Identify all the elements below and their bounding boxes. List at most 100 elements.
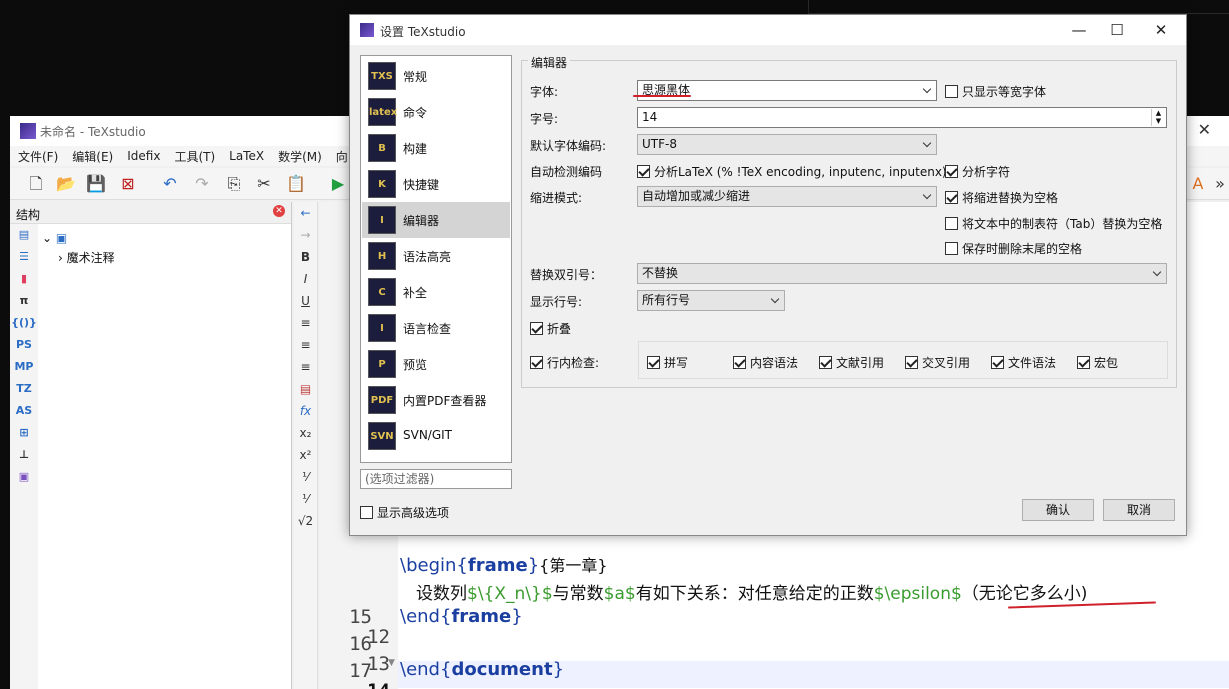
sidebar-tz[interactable]: TZ bbox=[10, 378, 38, 400]
close-icon[interactable]: ✕ bbox=[1146, 19, 1176, 41]
todo-list-icon[interactable]: ☰ bbox=[10, 246, 38, 268]
category-syntax[interactable]: H 语法高亮 bbox=[362, 238, 510, 274]
graphic-icon[interactable]: ▣ bbox=[10, 466, 38, 488]
menu-math[interactable]: 数学(M) bbox=[278, 148, 322, 165]
fold-arrow-icon[interactable]: ▼ bbox=[388, 658, 395, 668]
checkbox[interactable] bbox=[905, 356, 918, 369]
font-combo[interactable]: 思源黑体 bbox=[637, 80, 937, 101]
parse-latex-checkbox[interactable]: 分析LaTeX (% !TeX encoding, inputenc, inpu… bbox=[637, 163, 947, 180]
ok-button[interactable]: 确认 bbox=[1022, 499, 1094, 521]
check-grammar[interactable]: 内容语法 bbox=[733, 354, 798, 371]
menu-edit[interactable]: 编辑(E) bbox=[72, 148, 113, 165]
copy-icon[interactable]: ⎘ bbox=[222, 172, 246, 196]
maximize-icon[interactable]: ☐ bbox=[1102, 19, 1132, 41]
save-icon[interactable]: 💾 bbox=[84, 172, 108, 196]
sidebar-ps[interactable]: PS bbox=[10, 334, 38, 356]
align-left-icon[interactable]: ≡ bbox=[294, 312, 317, 334]
check-references[interactable]: 交叉引用 bbox=[905, 354, 970, 371]
sqrt-icon[interactable]: √2 bbox=[294, 510, 317, 532]
category-preview[interactable]: P 预览 bbox=[362, 346, 510, 382]
check-citations[interactable]: 文献引用 bbox=[819, 354, 884, 371]
category-editor[interactable]: I 编辑器 bbox=[362, 202, 510, 238]
category-pdf-viewer[interactable]: PDF 内置PDF查看器 bbox=[362, 382, 510, 418]
open-folder-icon[interactable]: 📂 bbox=[54, 172, 78, 196]
text-style-icon[interactable]: A bbox=[1186, 172, 1210, 196]
align-right-icon[interactable]: ≡ bbox=[294, 356, 317, 378]
checkbox[interactable] bbox=[945, 165, 958, 178]
checkbox[interactable] bbox=[945, 217, 958, 230]
trim-spaces-checkbox[interactable]: 保存时删除末尾的空格 bbox=[945, 240, 1082, 257]
check-syntax[interactable]: 文件语法 bbox=[991, 354, 1056, 371]
category-completion[interactable]: C 补全 bbox=[362, 274, 510, 310]
checkbox[interactable] bbox=[991, 356, 1004, 369]
tree-root[interactable]: ⌄ ▣ bbox=[42, 228, 115, 248]
parse-chars-checkbox[interactable]: 分析字符 bbox=[945, 163, 1010, 180]
build-run-icon[interactable]: ▶ bbox=[326, 172, 350, 196]
show-advanced-checkbox[interactable]: 显示高级选项 bbox=[360, 504, 449, 521]
italic-icon[interactable]: I bbox=[294, 268, 317, 290]
structure-close-icon[interactable]: ✕ bbox=[273, 205, 285, 217]
checkbox[interactable] bbox=[733, 356, 746, 369]
bold-icon[interactable]: B bbox=[294, 246, 317, 268]
bookmark-icon[interactable]: ▮ bbox=[10, 268, 38, 290]
monospace-only-checkbox[interactable]: 只显示等宽字体 bbox=[945, 83, 1046, 100]
superscript-icon[interactable]: x² bbox=[294, 444, 317, 466]
indent-spaces-checkbox[interactable]: 将缩进替换为空格 bbox=[945, 189, 1058, 206]
menu-wizards[interactable]: 向 bbox=[336, 148, 348, 165]
main-close-icon[interactable]: ✕ bbox=[1198, 120, 1211, 139]
undo-icon[interactable]: ↶ bbox=[158, 172, 182, 196]
indent-combo[interactable]: 自动增加或减少缩进 bbox=[637, 186, 937, 207]
line-numbers-combo[interactable]: 所有行号 bbox=[637, 290, 785, 311]
axis-icon[interactable]: ⊥ bbox=[10, 444, 38, 466]
underline-icon[interactable]: U bbox=[294, 290, 317, 312]
option-filter-input[interactable]: (选项过滤器) bbox=[360, 469, 512, 489]
check-spelling[interactable]: 拼写 bbox=[647, 354, 688, 371]
checkbox[interactable] bbox=[819, 356, 832, 369]
sidebar-mp[interactable]: MP bbox=[10, 356, 38, 378]
category-general[interactable]: TXS 常规 bbox=[362, 58, 510, 94]
tree-item[interactable]: › 魔术注释 bbox=[42, 248, 115, 268]
checkbox[interactable] bbox=[945, 242, 958, 255]
menu-tools[interactable]: 工具(T) bbox=[174, 148, 215, 165]
menu-latex[interactable]: LaTeX bbox=[229, 149, 264, 163]
collapse-chevron-icon[interactable]: ⌄ bbox=[42, 231, 52, 245]
encoding-combo[interactable]: UTF-8 bbox=[637, 134, 937, 155]
category-commands[interactable]: latex 命令 bbox=[362, 94, 510, 130]
close-file-icon[interactable]: ⊠ bbox=[116, 172, 140, 196]
folding-checkbox[interactable]: 折叠 bbox=[530, 320, 571, 337]
checkbox[interactable] bbox=[530, 322, 543, 335]
fraction-icon[interactable]: ⅟ bbox=[294, 466, 317, 488]
checkbox[interactable] bbox=[647, 356, 660, 369]
back-arrow-icon[interactable]: ← bbox=[294, 202, 317, 224]
category-build[interactable]: B 构建 bbox=[362, 130, 510, 166]
quotes-combo[interactable]: 不替换 bbox=[637, 263, 1167, 284]
checkbox[interactable] bbox=[945, 85, 958, 98]
checkbox[interactable] bbox=[530, 356, 543, 369]
braces-icon[interactable]: {()} bbox=[10, 312, 38, 334]
menu-idefix[interactable]: Idefix bbox=[127, 149, 160, 163]
pi-symbol-icon[interactable]: π bbox=[10, 290, 38, 312]
expand-chevron-icon[interactable]: › bbox=[58, 251, 63, 265]
cancel-button[interactable]: 取消 bbox=[1103, 499, 1175, 521]
checkbox[interactable] bbox=[1077, 356, 1090, 369]
checkbox[interactable] bbox=[945, 191, 958, 204]
structure-view-icon[interactable]: ▤ bbox=[10, 224, 38, 246]
category-svn-git[interactable]: SVN SVN/GIT bbox=[362, 418, 510, 454]
font-size-spinbox[interactable]: 14 ▲ ▼ bbox=[637, 107, 1167, 128]
toolbar-more-icon[interactable]: » bbox=[1208, 172, 1229, 196]
checkbox[interactable] bbox=[637, 165, 650, 178]
minimize-icon[interactable]: — bbox=[1064, 19, 1094, 41]
cut-icon[interactable]: ✂ bbox=[252, 172, 276, 196]
category-shortcuts[interactable]: K 快捷键 bbox=[362, 166, 510, 202]
forward-arrow-icon[interactable]: → bbox=[294, 224, 317, 246]
spin-arrows-icon[interactable]: ▲ ▼ bbox=[1151, 109, 1165, 126]
checkbox[interactable] bbox=[360, 506, 373, 519]
align-center-icon[interactable]: ≡ bbox=[294, 334, 317, 356]
subscript-icon[interactable]: x₂ bbox=[294, 422, 317, 444]
newline-icon[interactable]: ▤ bbox=[294, 378, 317, 400]
inline-check-checkbox[interactable]: 行内检查: bbox=[530, 354, 599, 371]
layout-icon[interactable]: ⊞ bbox=[10, 422, 38, 444]
dfrac-icon[interactable]: ⅟ bbox=[294, 488, 317, 510]
paste-icon[interactable]: 📋 bbox=[284, 172, 308, 196]
redo-icon[interactable]: ↷ bbox=[190, 172, 214, 196]
